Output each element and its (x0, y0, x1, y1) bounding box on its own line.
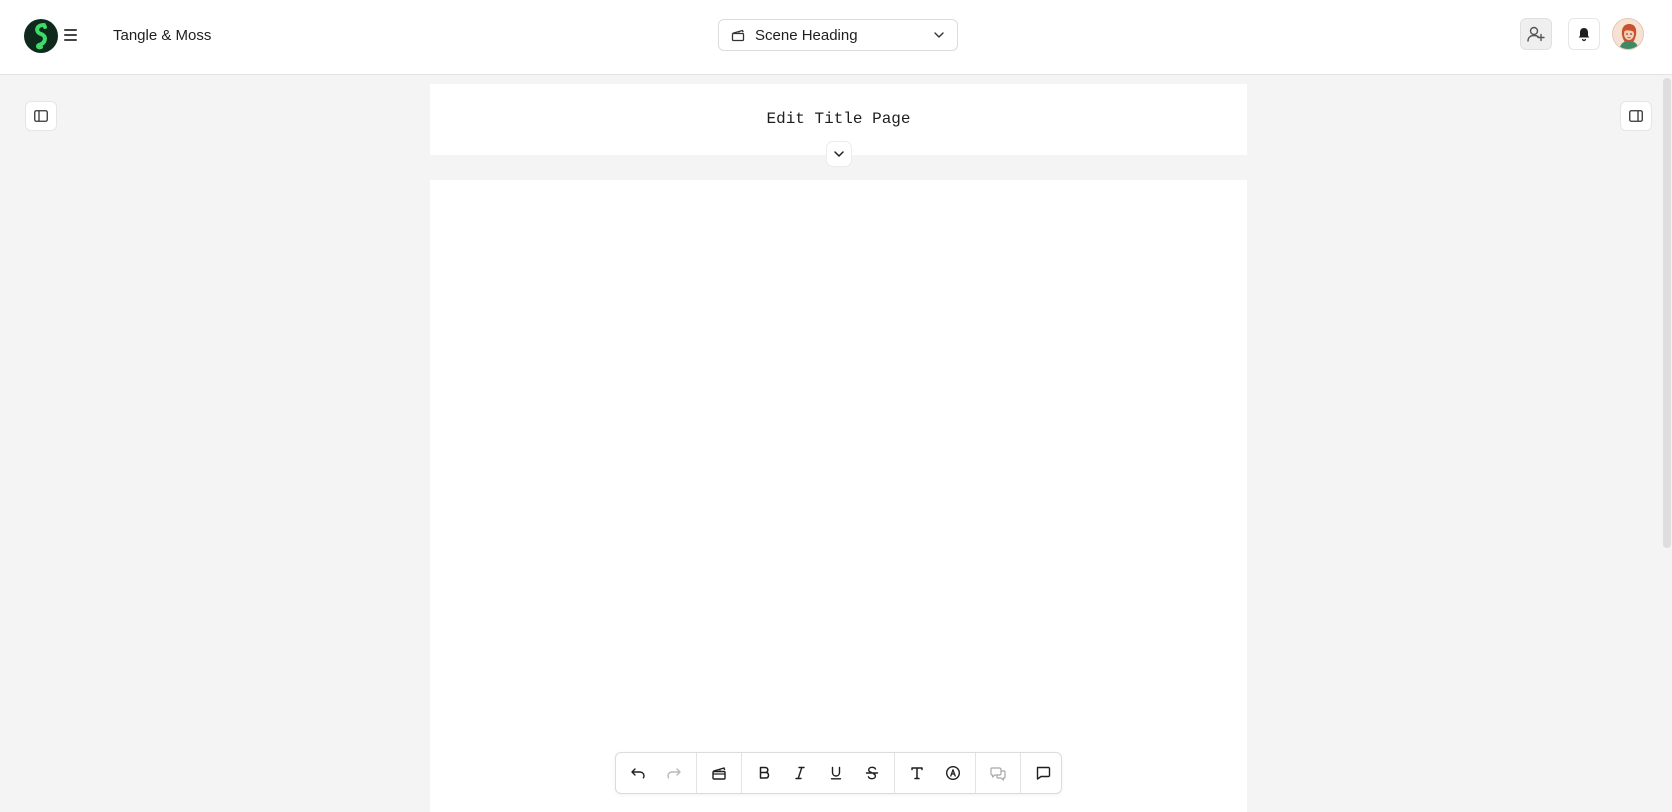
text-style-icon (911, 767, 923, 780)
italic-button[interactable] (782, 757, 818, 789)
element-type-label: Scene Heading (755, 26, 858, 44)
text-format-group (742, 753, 895, 793)
scene-group (697, 753, 742, 793)
scrollbar-thumb[interactable] (1663, 78, 1671, 548)
add-user-icon (1527, 26, 1545, 42)
underline-icon (830, 766, 842, 780)
undo-icon (631, 768, 645, 779)
history-group (616, 753, 697, 793)
expand-title-page-button[interactable] (826, 141, 852, 167)
logo-mark-icon (35, 23, 47, 50)
invite-collaborator-button[interactable] (1520, 18, 1552, 50)
mention-button[interactable] (935, 757, 971, 789)
left-sidebar-toggle-icon (34, 110, 48, 122)
project-title[interactable]: Tangle & Moss (113, 27, 211, 44)
edit-title-page-label[interactable]: Edit Title Page (430, 110, 1247, 128)
scene-button[interactable] (701, 757, 737, 789)
redo-icon (667, 768, 681, 779)
clapperboard-icon (731, 29, 745, 42)
hamburger-icon (64, 29, 77, 31)
user-avatar[interactable] (1612, 18, 1644, 50)
clapperboard-icon (712, 767, 726, 780)
toggle-right-sidebar-button[interactable] (1620, 101, 1652, 131)
notifications-button[interactable] (1568, 18, 1600, 50)
text-style-button[interactable] (899, 757, 935, 789)
mention-icon (945, 765, 961, 781)
comments-thread-button[interactable] (980, 757, 1016, 789)
menu-button[interactable] (64, 25, 82, 45)
underline-button[interactable] (818, 757, 854, 789)
add-comment-button[interactable] (1025, 757, 1061, 789)
comment-icon (1036, 766, 1051, 780)
insert-group (895, 753, 976, 793)
chevron-down-icon (934, 32, 944, 38)
right-sidebar-toggle-icon (1629, 110, 1643, 122)
undo-button[interactable] (620, 757, 656, 789)
bell-icon (1578, 28, 1590, 42)
formatting-toolbar (615, 752, 1062, 794)
comment-group (1021, 753, 1065, 793)
bold-button[interactable] (746, 757, 782, 789)
script-editor-page[interactable] (430, 180, 1247, 812)
redo-button[interactable] (656, 757, 692, 789)
strikethrough-button[interactable] (854, 757, 890, 789)
app-logo[interactable] (24, 19, 58, 53)
bold-icon (759, 766, 770, 779)
chevron-down-icon (834, 151, 844, 157)
element-type-select[interactable]: Scene Heading (718, 19, 958, 51)
comments-icon (990, 767, 1006, 781)
comments-group (976, 753, 1021, 793)
strikethrough-icon (865, 766, 879, 780)
italic-icon (795, 766, 805, 780)
avatar-image (1613, 19, 1643, 49)
app-header: Tangle & Moss Scene Heading (0, 0, 1672, 75)
toggle-left-sidebar-button[interactable] (25, 101, 57, 131)
